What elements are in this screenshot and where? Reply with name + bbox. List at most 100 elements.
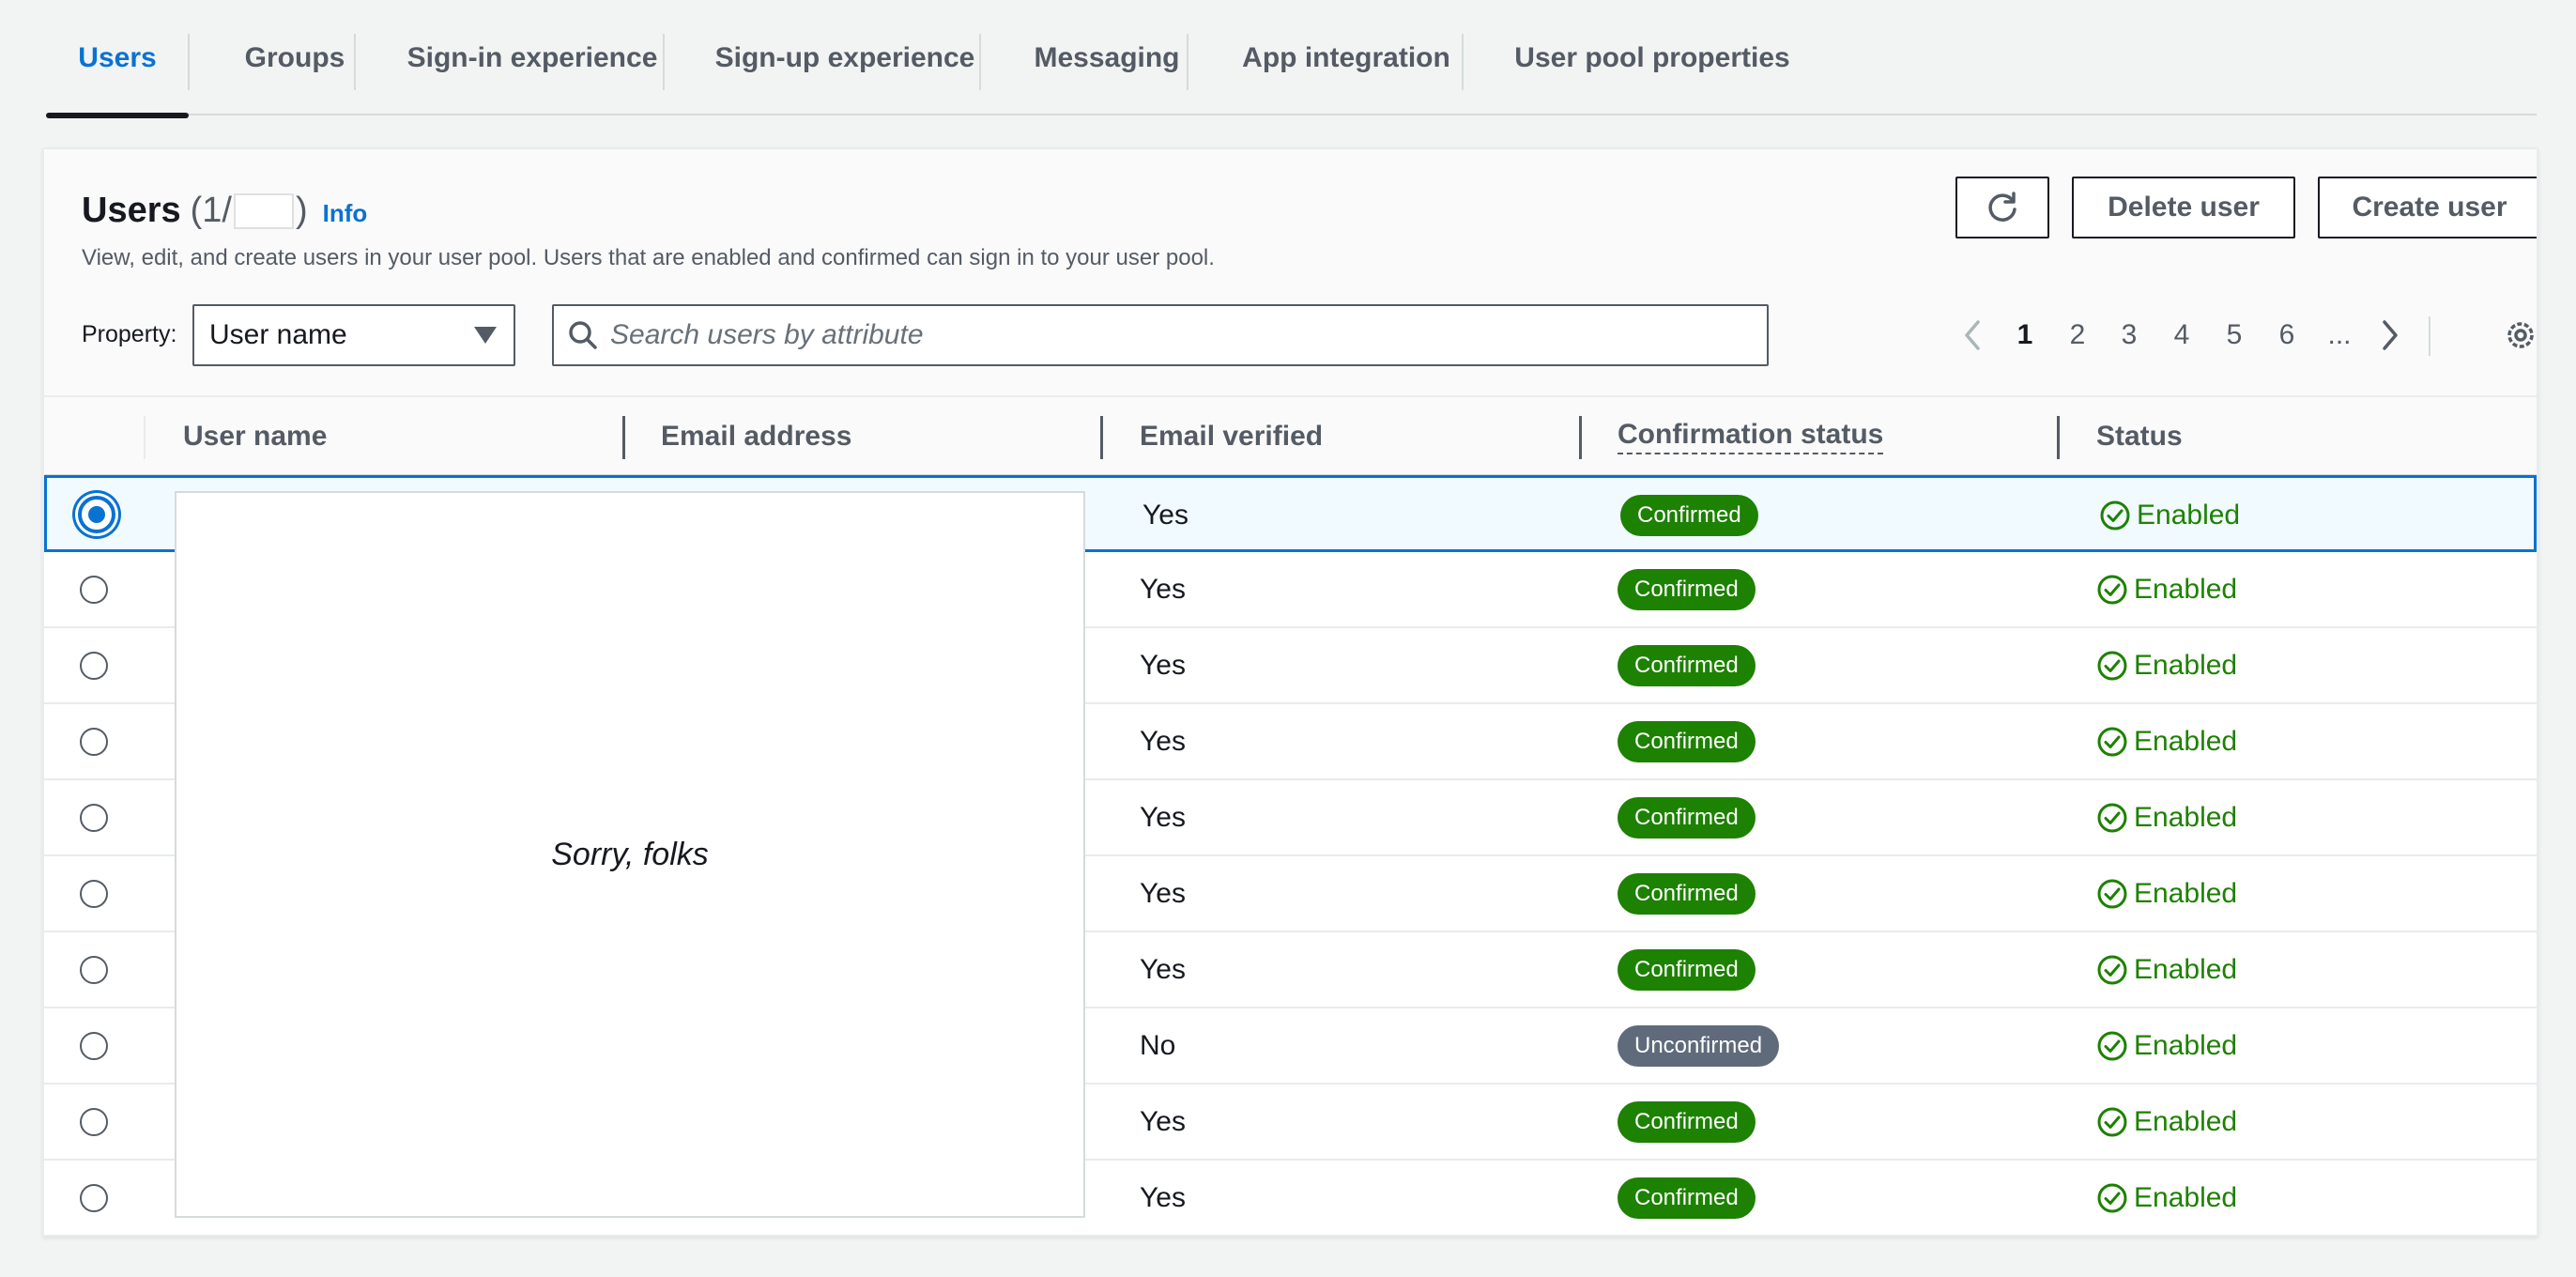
status-label: Enabled bbox=[2134, 954, 2238, 985]
user-count: (1/) bbox=[191, 191, 308, 231]
search-field[interactable] bbox=[552, 304, 1769, 366]
row-select-radio[interactable] bbox=[80, 1108, 108, 1136]
tab-users[interactable]: Users bbox=[46, 0, 189, 118]
column-divider[interactable] bbox=[2057, 416, 2060, 459]
delete-user-button[interactable]: Delete user bbox=[2072, 177, 2295, 238]
create-user-button[interactable]: Create user bbox=[2318, 177, 2537, 238]
email-verified-cell: Yes bbox=[1140, 954, 1186, 985]
check-circle-icon bbox=[2097, 575, 2127, 605]
email-verified-cell: Yes bbox=[1140, 574, 1186, 605]
email-verified-cell: Yes bbox=[1140, 878, 1186, 909]
table-settings-button[interactable] bbox=[2502, 307, 2537, 363]
column-divider bbox=[144, 416, 146, 459]
status-label: Enabled bbox=[2134, 1106, 2238, 1137]
page-ellipsis: ... bbox=[2327, 319, 2352, 350]
check-circle-icon bbox=[2100, 500, 2130, 531]
status-label: Enabled bbox=[2134, 802, 2238, 833]
row-select-radio[interactable] bbox=[78, 496, 115, 533]
tab-sign-in-experience[interactable]: Sign-in experience bbox=[356, 0, 709, 115]
row-select-radio[interactable] bbox=[80, 576, 108, 604]
status-label: Enabled bbox=[2134, 726, 2238, 757]
confirmation-status-badge: Unconfirmed bbox=[1618, 1025, 1780, 1067]
page-6[interactable]: 6 bbox=[2273, 307, 2301, 363]
check-circle-icon bbox=[2097, 803, 2127, 833]
tab-sign-up-experience[interactable]: Sign-up experience bbox=[665, 0, 1025, 115]
status-cell: Enabled bbox=[2096, 628, 2237, 703]
column-divider[interactable] bbox=[1100, 416, 1103, 459]
email-verified-cell: Yes bbox=[1140, 1182, 1186, 1213]
page-5[interactable]: 5 bbox=[2220, 307, 2248, 363]
search-icon bbox=[569, 321, 597, 349]
refresh-button[interactable] bbox=[1955, 177, 2049, 238]
pager-divider bbox=[2429, 316, 2430, 356]
status-label: Enabled bbox=[2134, 1182, 2238, 1213]
caret-down-icon bbox=[474, 327, 497, 344]
status-label: Enabled bbox=[2134, 574, 2238, 605]
check-circle-icon bbox=[2097, 1107, 2127, 1137]
row-select-radio[interactable] bbox=[80, 1032, 108, 1060]
check-circle-icon bbox=[2097, 1031, 2127, 1061]
column-status[interactable]: Status bbox=[2096, 397, 2183, 476]
chevron-left-icon bbox=[1965, 320, 1980, 350]
check-circle-icon bbox=[2097, 1183, 2127, 1213]
property-select[interactable]: User name bbox=[192, 304, 515, 366]
row-select-radio[interactable] bbox=[80, 652, 108, 680]
status-cell: Enabled bbox=[2096, 856, 2237, 931]
status-cell: Enabled bbox=[2099, 478, 2240, 553]
confirmation-status-badge: Confirmed bbox=[1618, 873, 1756, 915]
check-circle-icon bbox=[2097, 955, 2127, 985]
column-user-name[interactable]: User name bbox=[183, 397, 327, 476]
info-link[interactable]: Info bbox=[323, 199, 368, 228]
chevron-right-icon bbox=[2383, 320, 2398, 350]
tab-app-integration[interactable]: App integration bbox=[1188, 0, 1504, 115]
status-cell: Enabled bbox=[2096, 1161, 2238, 1235]
status-cell: Enabled bbox=[2096, 1008, 2237, 1084]
row-select-radio[interactable] bbox=[80, 956, 108, 984]
check-circle-icon bbox=[2097, 879, 2127, 909]
email-verified-cell: Yes bbox=[1140, 726, 1186, 757]
confirmation-status-badge: Confirmed bbox=[1620, 495, 1758, 536]
row-select-radio[interactable] bbox=[80, 1184, 108, 1212]
table-header: User name Email address Email verified C… bbox=[44, 395, 2537, 476]
status-cell: Enabled bbox=[2096, 1085, 2237, 1160]
row-select-radio[interactable] bbox=[80, 728, 108, 756]
confirmation-status-badge: Confirmed bbox=[1618, 721, 1756, 762]
email-verified-cell: Yes bbox=[1142, 500, 1188, 531]
check-circle-icon bbox=[2097, 727, 2127, 757]
confirmation-status-badge: Confirmed bbox=[1618, 1101, 1756, 1143]
page-4[interactable]: 4 bbox=[2168, 307, 2196, 363]
confirmation-status-badge: Confirmed bbox=[1618, 645, 1756, 686]
property-label: Property: bbox=[82, 321, 177, 347]
users-panel: Users (1/) Info View, edit, and create u… bbox=[42, 147, 2538, 1237]
page-1[interactable]: 1 bbox=[2011, 307, 2039, 363]
email-verified-cell: Yes bbox=[1140, 650, 1186, 681]
count-suffix: ) bbox=[296, 190, 308, 230]
tab-user-pool-properties[interactable]: User pool properties bbox=[1464, 0, 1841, 115]
row-select-radio[interactable] bbox=[80, 880, 108, 908]
status-label: Enabled bbox=[2137, 500, 2241, 531]
column-email-verified[interactable]: Email verified bbox=[1140, 397, 1323, 476]
refresh-icon bbox=[1988, 192, 2016, 222]
email-verified-cell: No bbox=[1140, 1030, 1176, 1061]
panel-description: View, edit, and create users in your use… bbox=[82, 245, 1215, 270]
confirmation-status-badge: Confirmed bbox=[1618, 1177, 1756, 1219]
title-text: Users bbox=[82, 190, 181, 230]
search-input[interactable] bbox=[610, 307, 1737, 363]
email-verified-cell: Yes bbox=[1140, 802, 1186, 833]
column-confirmation-status[interactable]: Confirmation status bbox=[1618, 397, 1884, 476]
page-title: Users (1/) Info bbox=[82, 187, 367, 234]
confirmation-status-badge: Confirmed bbox=[1618, 949, 1756, 991]
tab-bar: Users Groups Sign-in experience Sign-up … bbox=[46, 0, 2537, 118]
row-select-radio[interactable] bbox=[80, 804, 108, 832]
email-verified-cell: Yes bbox=[1140, 1106, 1186, 1137]
prev-page-button[interactable] bbox=[1959, 307, 1987, 363]
confirmation-status-label: Confirmation status bbox=[1618, 419, 1884, 454]
column-divider[interactable] bbox=[1579, 416, 1582, 459]
status-label: Enabled bbox=[2134, 650, 2238, 681]
next-page-button[interactable] bbox=[2375, 307, 2403, 363]
page-3[interactable]: 3 bbox=[2115, 307, 2143, 363]
column-email-address[interactable]: Email address bbox=[661, 397, 851, 476]
status-cell: Enabled bbox=[2096, 704, 2237, 779]
column-divider[interactable] bbox=[622, 416, 625, 459]
page-2[interactable]: 2 bbox=[2063, 307, 2092, 363]
